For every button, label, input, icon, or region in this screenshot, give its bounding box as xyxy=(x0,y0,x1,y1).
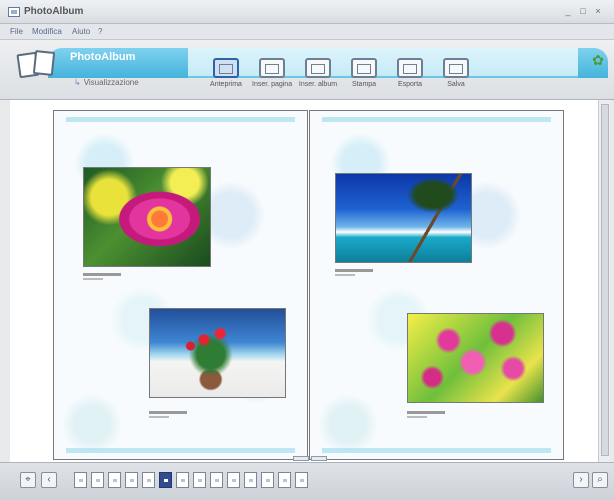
export-button[interactable]: Esporta xyxy=(390,58,430,96)
page-background-texture xyxy=(310,111,563,459)
minimize-button[interactable]: _ xyxy=(562,5,574,17)
photo-caption-line xyxy=(335,269,373,272)
insert-album-label: Inser. album xyxy=(298,81,338,88)
album-page-left[interactable] xyxy=(53,110,308,460)
vertical-scrollbar[interactable] xyxy=(598,100,610,462)
page-tab[interactable] xyxy=(108,472,121,488)
view-link[interactable]: Visualizzazione xyxy=(74,78,139,87)
photo-caption-line xyxy=(83,273,121,276)
preview-icon xyxy=(213,58,239,78)
toolbar: PhotoAlbum Visualizzazione Anteprima Ins… xyxy=(0,40,614,100)
app-name: PhotoAlbum xyxy=(70,51,136,63)
maximize-button[interactable]: □ xyxy=(577,5,589,17)
insert-page-button[interactable]: Inser. pagina xyxy=(252,58,292,96)
page-tab[interactable] xyxy=(244,472,257,488)
print-button[interactable]: Stampa xyxy=(344,58,384,96)
insert-page-label: Inser. pagina xyxy=(252,81,293,88)
menu-bar: File Modifica Aiuto ? xyxy=(0,24,614,40)
preview-label: Anteprima xyxy=(210,81,242,88)
menu-help[interactable]: ? xyxy=(98,27,102,36)
print-icon xyxy=(351,58,377,78)
photo-caption-line-short xyxy=(335,274,355,276)
menu-modifica[interactable]: Modifica xyxy=(32,27,62,36)
page-tab[interactable] xyxy=(193,472,206,488)
photo-caption-line-short xyxy=(83,278,103,280)
photo-palm[interactable] xyxy=(335,173,472,263)
photo-plant[interactable] xyxy=(149,308,286,398)
print-label: Stampa xyxy=(351,81,377,88)
photo-caption-line xyxy=(149,411,187,414)
page-tab[interactable] xyxy=(142,472,155,488)
insert-album-icon xyxy=(305,58,331,78)
zoom-icon[interactable]: ⌕ xyxy=(592,472,608,488)
page-tab[interactable] xyxy=(176,472,189,488)
album-nav-icon[interactable]: ⌖ xyxy=(20,472,36,488)
page-background-texture xyxy=(54,111,307,459)
save-label: Salva xyxy=(447,81,465,88)
preview-button[interactable]: Anteprima xyxy=(206,58,246,96)
page-top-band xyxy=(322,117,551,122)
page-navigation-bar: ⌖ ‹ › ⌕ xyxy=(0,462,614,500)
page-bottom-band xyxy=(66,448,295,453)
window-title: PhotoAlbum xyxy=(24,6,84,17)
page-tab[interactable] xyxy=(295,472,308,488)
export-label: Esporta xyxy=(397,81,423,88)
photo-caption-line-short xyxy=(407,416,427,418)
page-resize-handle[interactable] xyxy=(293,456,309,461)
photo-caption-line xyxy=(407,411,445,414)
menu-aiuto[interactable]: Aiuto xyxy=(72,27,90,36)
page-tab[interactable] xyxy=(261,472,274,488)
photo-pink-flowers[interactable] xyxy=(407,313,544,403)
title-bar: PhotoAlbum _ □ × xyxy=(0,0,614,24)
page-top-band xyxy=(66,117,295,122)
page-tab[interactable] xyxy=(210,472,223,488)
scroll-thumb[interactable] xyxy=(601,104,609,456)
photo-album-logo-icon xyxy=(16,50,60,80)
page-tab-active[interactable] xyxy=(159,472,172,488)
page-bottom-band xyxy=(322,448,551,453)
insert-page-icon xyxy=(259,58,285,78)
save-icon xyxy=(443,58,469,78)
settings-corner-icon[interactable]: ✿ xyxy=(588,52,608,72)
page-tab[interactable] xyxy=(278,472,291,488)
photo-flower[interactable] xyxy=(83,167,211,267)
page-tab[interactable] xyxy=(227,472,240,488)
banner-strip xyxy=(188,48,590,78)
photo-caption-line-short xyxy=(149,416,169,418)
save-button[interactable]: Salva xyxy=(436,58,476,96)
page-tab[interactable] xyxy=(74,472,87,488)
next-page-icon[interactable]: › xyxy=(573,472,589,488)
export-icon xyxy=(397,58,423,78)
page-resize-handle[interactable] xyxy=(311,456,327,461)
page-tab[interactable] xyxy=(125,472,138,488)
insert-album-button[interactable]: Inser. album xyxy=(298,58,338,96)
menu-file[interactable]: File xyxy=(10,27,23,36)
page-tab[interactable] xyxy=(91,472,104,488)
app-icon xyxy=(8,7,20,17)
album-page-right[interactable] xyxy=(309,110,564,460)
close-button[interactable]: × xyxy=(592,5,604,17)
previous-page-icon[interactable]: ‹ xyxy=(41,472,57,488)
